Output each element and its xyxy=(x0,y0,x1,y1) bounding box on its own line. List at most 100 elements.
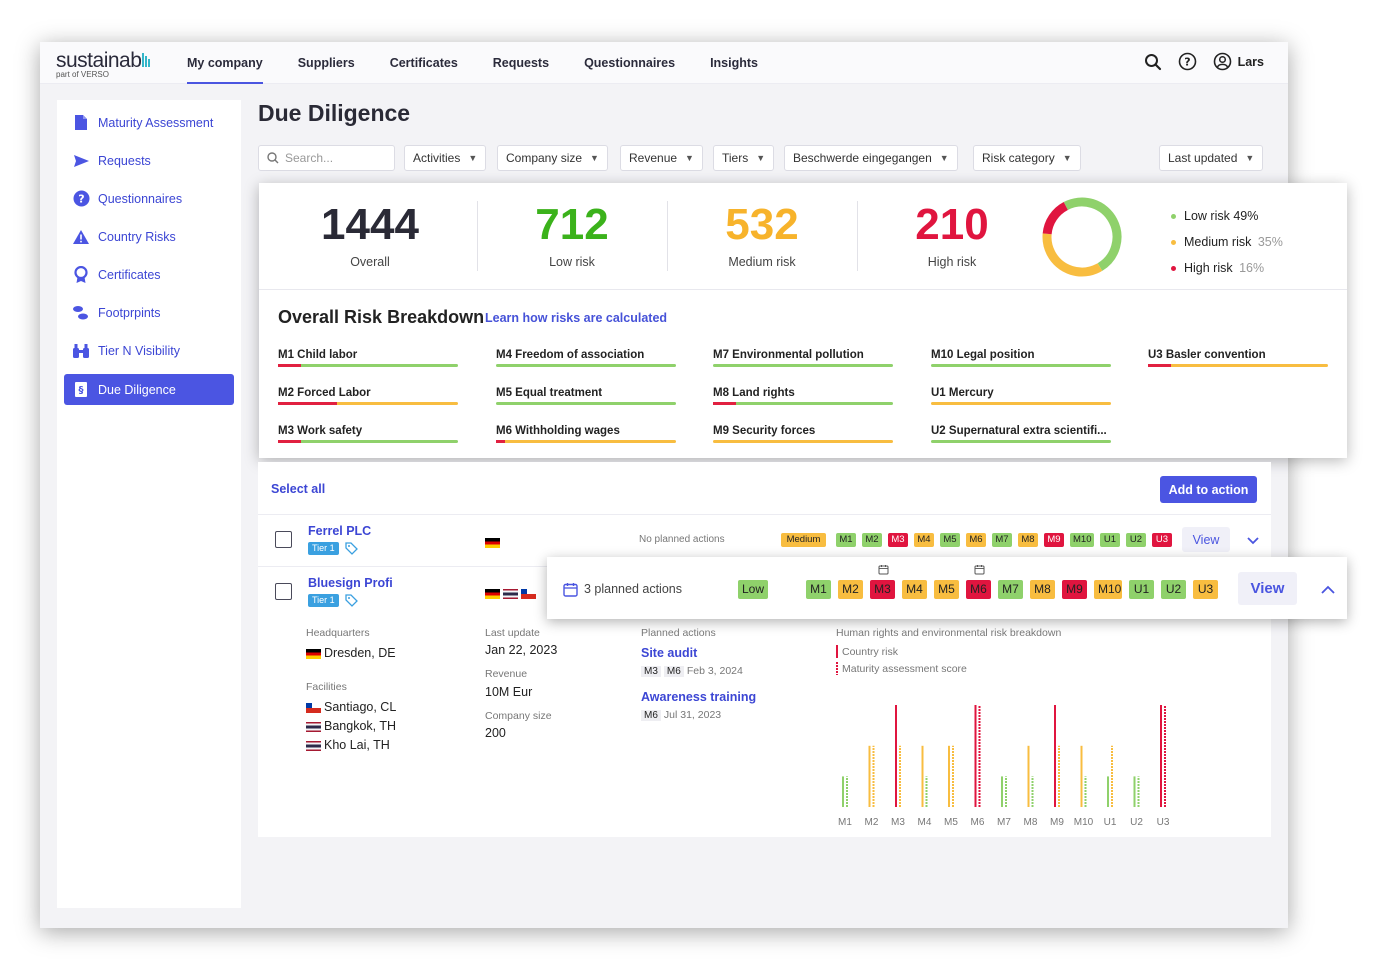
tag-icon[interactable] xyxy=(345,594,358,612)
risk-category-item[interactable]: M7 Environmental pollution xyxy=(713,349,893,367)
risk-category-item[interactable]: U3 Basler convention xyxy=(1148,349,1328,367)
search-input[interactable]: Search... xyxy=(258,145,395,171)
sidebar-item-requests[interactable]: Requests xyxy=(64,145,234,176)
facilities-label: Facilities xyxy=(306,681,347,693)
legend-medium: Medium risk 35% xyxy=(1171,229,1283,255)
view-button[interactable]: View xyxy=(1182,527,1230,552)
action-date: Feb 3, 2024 xyxy=(686,665,743,677)
thailand-flag-icon xyxy=(503,588,518,599)
facility-flags xyxy=(485,585,539,603)
risk-level-badge: Medium xyxy=(781,533,826,547)
nav-insights[interactable]: Insights xyxy=(710,42,758,84)
sidebar-item-certificates[interactable]: Certificates xyxy=(64,259,234,290)
legend-dotted-line xyxy=(836,662,838,675)
x-tick-label: M7 xyxy=(997,817,1011,828)
revenue-value: 10M Eur xyxy=(485,685,533,699)
risk-category-high-marker xyxy=(1148,364,1172,367)
nav-suppliers[interactable]: Suppliers xyxy=(298,42,355,84)
headquarters-value: Dresden, DE xyxy=(306,646,396,660)
risk-category-bar xyxy=(278,440,458,443)
legend-pct: 16% xyxy=(1239,261,1265,275)
learn-risks-link[interactable]: Learn how risks are calculated xyxy=(485,311,667,325)
risk-category-item[interactable]: M3 Work safety xyxy=(278,425,458,443)
risk-category-item[interactable]: M2 Forced Labor xyxy=(278,387,458,405)
tag-icon[interactable] xyxy=(345,542,358,560)
sidebar-item-label: Footprpints xyxy=(98,305,161,320)
nav-requests[interactable]: Requests xyxy=(493,42,549,84)
risk-category-item[interactable]: U1 Mercury xyxy=(931,387,1111,405)
facility-item: Bangkok, TH xyxy=(306,719,396,733)
main-nav: My company Suppliers Certificates Reques… xyxy=(187,42,793,84)
risk-category-item[interactable]: M4 Freedom of association xyxy=(496,349,676,367)
risk-category-item[interactable]: M8 Land rights xyxy=(713,387,893,405)
stat-high-risk: 210 High risk xyxy=(857,199,1047,269)
risk-badge-u1: U1 xyxy=(1129,580,1154,599)
search-icon xyxy=(267,152,279,164)
view-button[interactable]: View xyxy=(1238,572,1297,605)
risk-badge-m2: M2 xyxy=(838,580,863,599)
sidebar-item-country-risks[interactable]: Country Risks xyxy=(64,221,234,252)
stat-value: 532 xyxy=(725,200,799,249)
user-name[interactable]: Lars xyxy=(1238,55,1264,69)
supplier-name[interactable]: Bluesign Profi xyxy=(308,576,393,590)
risk-category-label: U1 Mercury xyxy=(931,387,994,399)
row-checkbox[interactable] xyxy=(275,583,292,600)
filter-activities[interactable]: Activities ▼ xyxy=(404,145,487,171)
sidebar-item-due-diligence[interactable]: § Due Diligence xyxy=(64,374,234,405)
risk-category-item[interactable]: M10 Legal position xyxy=(931,349,1111,367)
sidebar-item-label: Questionnaires xyxy=(98,191,183,206)
risk-badge-u2: U2 xyxy=(1161,580,1186,599)
risk-badge-m9: M9 xyxy=(1062,580,1087,599)
svg-text:?: ? xyxy=(1184,56,1190,69)
risk-category-item[interactable]: M1 Child labor xyxy=(278,349,458,367)
risk-category-item[interactable]: U2 Supernatural extra scientifi... xyxy=(931,425,1111,443)
filter-company-size[interactable]: Company size ▼ xyxy=(497,145,608,171)
filter-risk-category[interactable]: Risk category ▼ xyxy=(973,145,1081,171)
sort-label: Last updated xyxy=(1168,151,1238,165)
risk-category-bar xyxy=(713,402,893,405)
risk-category-label: M9 Security forces xyxy=(713,425,816,437)
supplier-name[interactable]: Ferrel PLC xyxy=(308,524,371,538)
risk-badge-m10: M10 xyxy=(1094,580,1122,599)
sidebar-item-maturity-assessment[interactable]: Maturity Assessment xyxy=(64,107,234,138)
legend-dot xyxy=(1171,265,1176,271)
filter-beschwerde[interactable]: Beschwerde eingegangen ▼ xyxy=(784,145,958,171)
risk-level-badge: Low xyxy=(738,580,769,599)
risk-category-high-marker xyxy=(278,402,338,405)
award-icon xyxy=(72,265,90,284)
nav-my-company[interactable]: My company xyxy=(187,42,263,84)
sidebar-item-label: Requests xyxy=(98,153,151,168)
thailand-flag-icon xyxy=(306,740,321,751)
sidebar-item-tier-n-visibility[interactable]: Tier N Visibility xyxy=(64,335,234,366)
sidebar-item-questionnaires[interactable]: ? Questionnaires xyxy=(64,183,234,214)
risk-badge-u2: U2 xyxy=(1126,533,1146,547)
select-all-link[interactable]: Select all xyxy=(271,482,325,496)
add-to-action-button[interactable]: Add to action xyxy=(1160,476,1257,503)
risk-category-item[interactable]: M5 Equal treatment xyxy=(496,387,676,405)
risk-category-item[interactable]: M9 Security forces xyxy=(713,425,893,443)
legend-dot xyxy=(1171,239,1176,245)
sort-dropdown[interactable]: Last updated ▼ xyxy=(1159,145,1264,171)
risk-category-item[interactable]: M6 Withholding wages xyxy=(496,425,676,443)
nav-certificates[interactable]: Certificates xyxy=(390,42,458,84)
help-icon[interactable]: ? xyxy=(1178,52,1197,71)
stat-label: Medium risk xyxy=(728,255,796,269)
risk-badge-m9: M9 xyxy=(1044,533,1064,547)
action-link-awareness-training[interactable]: Awareness training xyxy=(641,690,756,704)
filter-tiers[interactable]: Tiers ▼ xyxy=(713,145,775,171)
risk-category-label: M2 Forced Labor xyxy=(278,387,371,399)
filter-revenue[interactable]: Revenue ▼ xyxy=(620,145,703,171)
top-right-actions: ? Lars xyxy=(1144,52,1264,71)
chevron-up-icon[interactable] xyxy=(1320,582,1336,600)
action-link-site-audit[interactable]: Site audit xyxy=(641,646,697,660)
sidebar-item-footprints[interactable]: Footprpints xyxy=(64,297,234,328)
risk-badge-m10: M10 xyxy=(1070,533,1094,547)
risk-category-high-marker xyxy=(278,440,302,443)
row-checkbox[interactable] xyxy=(275,531,292,548)
user-avatar-icon[interactable] xyxy=(1213,52,1232,71)
nav-questionnaires[interactable]: Questionnaires xyxy=(584,42,675,84)
chevron-down-icon[interactable] xyxy=(1246,533,1260,551)
action-tag: M6 xyxy=(663,666,684,677)
risk-category-label: M7 Environmental pollution xyxy=(713,349,864,361)
search-icon[interactable] xyxy=(1144,53,1162,71)
